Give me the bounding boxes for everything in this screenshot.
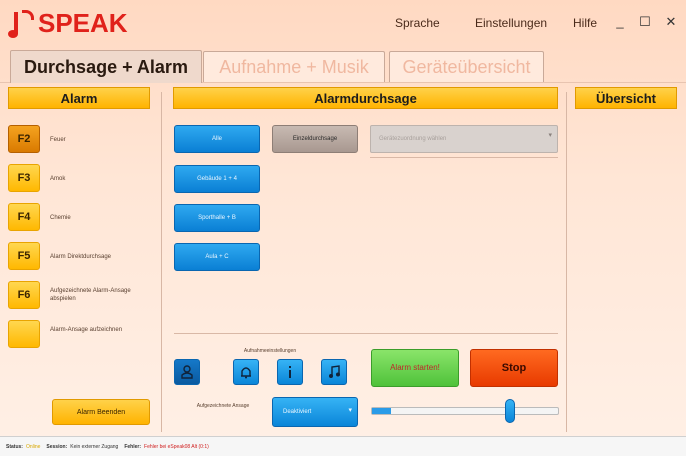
mic-record-button[interactable]: [174, 359, 200, 385]
recorded-announcement-select[interactable]: Deaktiviert ▾: [272, 397, 358, 427]
device-dropdown-value: Gerätezuordnung wählen: [379, 136, 447, 142]
alarmdurchsage-header: Alarmdurchsage: [173, 87, 558, 109]
person-icon: [181, 365, 193, 379]
session-value: Kein externer Zugang: [70, 443, 119, 450]
divider: [174, 333, 558, 334]
alarm-label-direktdurchsage: Alarm Direktdurchsage: [50, 254, 112, 260]
logo-text: SPEAK: [38, 7, 128, 38]
alarm-label-chemie: Chemie: [50, 215, 71, 221]
music-note-icon: [8, 8, 36, 38]
device-dropdown[interactable]: Gerätezuordnung wählen ▾: [370, 125, 558, 153]
alarm-key-f2[interactable]: F2: [8, 125, 40, 153]
alarm-label-ansage-abspielen: Aufgezeichnete Alarm-Ansage abspielen: [50, 288, 131, 302]
tab-durchsage-alarm[interactable]: Durchsage + Alarm: [10, 50, 202, 83]
bell-button[interactable]: [233, 359, 259, 385]
bell-icon: [241, 367, 251, 379]
maximize-icon[interactable]: ☐: [638, 14, 652, 30]
alarm-end-button[interactable]: Alarm Beenden: [52, 399, 150, 425]
alarm-label-amok: Amok: [50, 176, 66, 182]
zone-button-2[interactable]: Sporthalle + B: [174, 204, 260, 232]
column-divider: [566, 92, 567, 432]
menu-sprache[interactable]: Sprache: [395, 16, 440, 30]
zone-button-1[interactable]: Gebäude 1 + 4: [174, 165, 260, 193]
app-logo: SPEAK: [8, 6, 128, 40]
volume-slider-fill: [372, 408, 391, 414]
info-button[interactable]: [277, 359, 303, 385]
alarm-key-f5[interactable]: F5: [8, 242, 40, 270]
status-bar: Status: Online Session: Kein externer Zu…: [0, 436, 686, 456]
all-button[interactable]: Alle: [174, 125, 260, 153]
divider: [370, 157, 558, 158]
alarm-label-feuer: Feuer: [50, 137, 66, 143]
menu-hilfe[interactable]: Hilfe: [573, 16, 597, 30]
status-value: Online: [25, 443, 41, 450]
alarm-key-record[interactable]: [8, 320, 40, 348]
menu-einstellungen[interactable]: Einstellungen: [475, 16, 547, 30]
close-icon[interactable]: ✕: [664, 14, 678, 30]
recorded-announcement-label: Aufgezeichnete Ansage: [196, 403, 250, 409]
tab-aufnahme-musik[interactable]: Aufnahme + Musik: [203, 51, 385, 82]
recorded-announcement-value: Deaktiviert: [283, 409, 312, 415]
session-label: Session:: [46, 443, 68, 450]
alarm-key-f4[interactable]: F4: [8, 203, 40, 231]
start-alarm-button[interactable]: Alarm starten!: [371, 349, 459, 387]
stop-button[interactable]: Stop: [470, 349, 558, 387]
error-value: Fehler bei eSpeak08 Alt (0:1): [144, 443, 209, 450]
alarm-key-f3[interactable]: F3: [8, 164, 40, 192]
uebersicht-header: Übersicht: [575, 87, 677, 109]
status-label: Status:: [6, 443, 23, 450]
alarm-key-f6[interactable]: F6: [8, 281, 40, 309]
tab-geraeteuebersicht[interactable]: Geräteübersicht: [389, 51, 544, 82]
recording-settings-label: Aufnahmeeinstellungen: [243, 348, 297, 354]
volume-slider-thumb[interactable]: [504, 399, 515, 423]
single-announcement-button[interactable]: Einzeldurchsage: [272, 125, 358, 153]
volume-slider[interactable]: [371, 399, 559, 423]
music-note-icon: [329, 365, 340, 378]
column-divider: [161, 92, 162, 432]
zone-button-3[interactable]: Aula + C: [174, 243, 260, 271]
error-label: Fehler:: [124, 443, 142, 450]
info-icon: [289, 366, 291, 378]
alarm-label-ansage-aufzeichnen: Alarm-Ansage aufzeichnen: [50, 327, 123, 333]
music-button[interactable]: [321, 359, 347, 385]
minimize-icon[interactable]: _: [613, 14, 627, 29]
chevron-down-icon: ▾: [348, 407, 352, 414]
chevron-down-icon: ▾: [548, 132, 552, 139]
alarm-header: Alarm: [8, 87, 150, 109]
title-bar: SPEAK Sprache Einstellungen Hilfe _ ☐ ✕: [0, 0, 686, 46]
